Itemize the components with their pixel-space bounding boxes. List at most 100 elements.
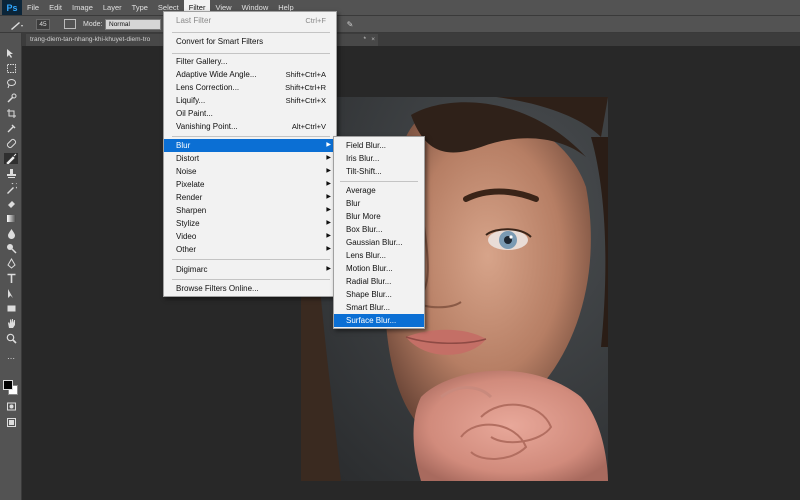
submenu-arrow-icon: ▶ [326,155,331,161]
clone-stamp-tool-icon[interactable] [4,168,18,179]
hand-tool-icon[interactable] [4,318,18,329]
adaptive-wide-angle-label: Adaptive Wide Angle... [176,70,257,79]
marquee-tool-icon[interactable] [4,63,18,74]
dodge-tool-icon[interactable] [4,243,18,254]
zoom-tool-icon[interactable] [4,333,18,344]
eraser-tool-icon[interactable] [4,198,18,209]
menu-item-stylize[interactable]: Stylize ▶ [164,217,336,230]
submenu-item-iris-blur[interactable]: Iris Blur... [334,152,424,165]
blur-submenu: Field Blur... Iris Blur... Tilt-Shift...… [333,136,425,329]
adaptive-wide-angle-shortcut: Shift+Ctrl+A [285,70,326,79]
video-label: Video [176,232,197,241]
submenu-item-box-blur[interactable]: Box Blur... [334,223,424,236]
move-tool-icon[interactable] [4,48,18,59]
brush-preset-picker[interactable] [10,19,32,30]
submenu-item-lens-blur[interactable]: Lens Blur... [334,249,424,262]
menu-type[interactable]: Type [127,0,153,15]
brush-tool-icon[interactable] [4,153,18,164]
submenu-item-blur[interactable]: Blur [334,197,424,210]
tools-panel: ⋯ [0,33,22,500]
close-icon[interactable]: × [371,34,375,46]
rectangle-tool-icon[interactable] [4,303,18,314]
menu-item-noise[interactable]: Noise ▶ [164,165,336,178]
color-swatches[interactable] [3,380,19,396]
noise-label: Noise [176,167,197,176]
menu-item-vanishing-point[interactable]: Vanishing Point... Alt+Ctrl+V [164,120,336,133]
brush-panel-toggle-icon[interactable] [64,19,76,29]
menu-divider [172,32,330,33]
quick-selection-tool-icon[interactable] [4,93,18,104]
submenu-item-average[interactable]: Average [334,184,424,197]
path-selection-tool-icon[interactable] [4,288,18,299]
distort-label: Distort [176,154,200,163]
gradient-tool-icon[interactable] [4,213,18,224]
menu-item-other[interactable]: Other ▶ [164,243,336,256]
menu-image[interactable]: Image [67,0,98,15]
submenu-arrow-icon: ▶ [326,246,331,252]
submenu-item-field-blur[interactable]: Field Blur... [334,139,424,152]
submenu-arrow-icon: ▶ [326,181,331,187]
menu-item-lens-correction[interactable]: Lens Correction... Shift+Ctrl+R [164,81,336,94]
quick-mask-icon[interactable] [4,401,18,412]
more-tools-icon[interactable]: ⋯ [4,353,18,364]
digimarc-label: Digimarc [176,265,208,274]
render-label: Render [176,193,203,202]
menu-item-browse-filters-online[interactable]: Browse Filters Online... [164,282,336,295]
menu-item-blur[interactable]: Blur ▶ [164,139,336,152]
menu-item-adaptive-wide-angle[interactable]: Adaptive Wide Angle... Shift+Ctrl+A [164,68,336,81]
menu-edit[interactable]: Edit [44,0,67,15]
crop-tool-icon[interactable] [4,108,18,119]
submenu-item-smart-blur[interactable]: Smart Blur... [334,301,424,314]
menu-divider [172,53,330,54]
submenu-item-blur-more[interactable]: Blur More [334,210,424,223]
menu-item-filter-gallery[interactable]: Filter Gallery... [164,55,336,68]
history-brush-tool-icon[interactable] [4,183,18,194]
pressure-size-icon[interactable]: ✎ [344,19,356,29]
menu-divider [172,136,330,137]
sharpen-label: Sharpen [176,206,207,215]
filter-menu: Last Filter Ctrl+F Convert for Smart Fil… [163,11,337,297]
menu-item-pixelate[interactable]: Pixelate ▶ [164,178,336,191]
submenu-arrow-icon: ▶ [326,194,331,200]
menu-item-video[interactable]: Video ▶ [164,230,336,243]
menu-item-liquify[interactable]: Liquify... Shift+Ctrl+X [164,94,336,107]
menu-item-oil-paint[interactable]: Oil Paint... [164,107,336,120]
submenu-item-radial-blur[interactable]: Radial Blur... [334,275,424,288]
pen-tool-icon[interactable] [4,258,18,269]
submenu-arrow-icon: ▶ [326,168,331,174]
blur-label: Blur [176,141,191,150]
submenu-item-gaussian-blur[interactable]: Gaussian Blur... [334,236,424,249]
menu-file[interactable]: File [22,0,44,15]
brush-size-field[interactable]: 45 [36,19,50,30]
menu-item-sharpen[interactable]: Sharpen ▶ [164,204,336,217]
pixelate-label: Pixelate [176,180,205,189]
menu-item-distort[interactable]: Distort ▶ [164,152,336,165]
blur-tool-icon[interactable] [4,228,18,239]
mode-label: Mode: [83,21,103,28]
menu-item-digimarc[interactable]: Digimarc ▶ [164,263,336,276]
submenu-item-shape-blur[interactable]: Shape Blur... [334,288,424,301]
last-filter-label: Last Filter [176,16,212,25]
menu-item-render[interactable]: Render ▶ [164,191,336,204]
liquify-shortcut: Shift+Ctrl+X [285,96,326,105]
submenu-item-surface-blur[interactable]: Surface Blur... [334,314,424,327]
last-filter-shortcut: Ctrl+F [305,16,326,25]
eyedropper-tool-icon[interactable] [4,123,18,134]
healing-brush-tool-icon[interactable] [4,138,18,149]
submenu-item-motion-blur[interactable]: Motion Blur... [334,262,424,275]
screen-mode-icon[interactable] [4,417,18,428]
menu-item-last-filter[interactable]: Last Filter Ctrl+F [164,14,336,27]
submenu-arrow-icon: ▶ [326,233,331,239]
submenu-item-tilt-shift[interactable]: Tilt-Shift... [334,165,424,178]
lens-correction-label: Lens Correction... [176,83,240,92]
lasso-tool-icon[interactable] [4,78,18,89]
menu-item-convert-smart-filters[interactable]: Convert for Smart Filters [164,35,336,48]
mode-select[interactable]: Normal [105,19,161,30]
photoshop-logo: Ps [2,0,22,15]
document-tab-bar: trang-diem-tan-nhang-khi-khuyet-diem-tro… [22,33,800,46]
menu-layer[interactable]: Layer [98,0,127,15]
options-bar: 45 Mode: Normal ✎ [0,15,800,33]
type-tool-icon[interactable] [4,273,18,284]
foreground-color-swatch[interactable] [3,380,13,390]
document-tab-title: trang-diem-tan-nhang-khi-khuyet-diem-tro [30,36,151,43]
